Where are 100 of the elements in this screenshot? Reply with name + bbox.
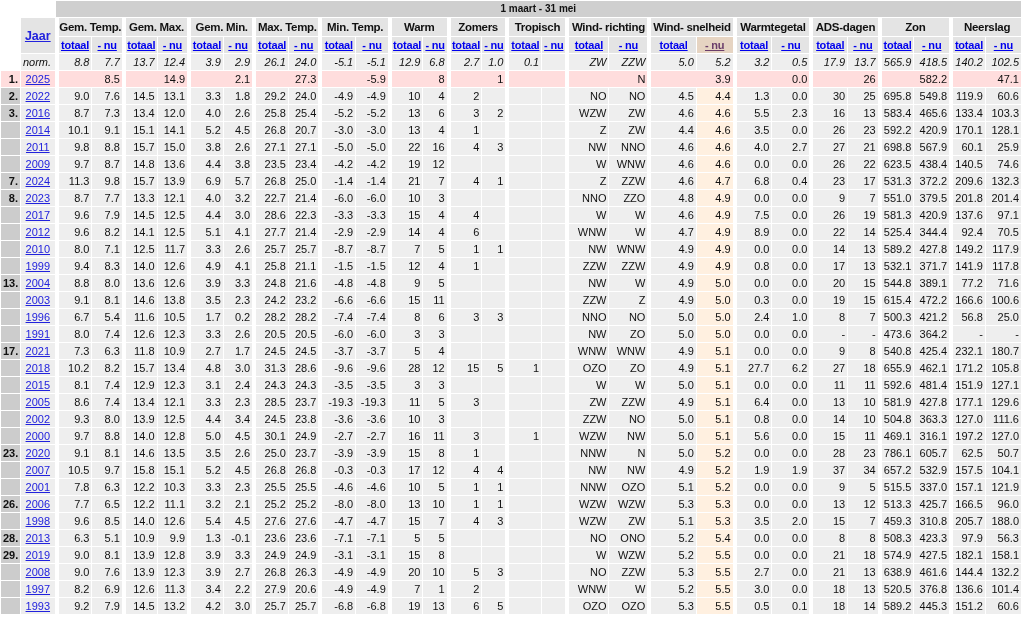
sort-link[interactable]: - nu	[618, 39, 639, 51]
sort-link[interactable]: totaal	[451, 39, 481, 51]
table-cell: NO	[609, 88, 648, 104]
sort-link[interactable]: - nu	[162, 39, 182, 51]
year-link[interactable]: 2007	[25, 464, 51, 476]
table-cell: 25.4	[288, 105, 319, 121]
year-link[interactable]: 2000	[25, 430, 51, 442]
sort-link[interactable]: totaal	[60, 39, 90, 51]
year-link[interactable]: 1991	[25, 328, 51, 340]
year-link[interactable]: 2023	[25, 192, 51, 204]
year-link[interactable]: 2011	[25, 141, 50, 153]
year-link[interactable]: 2019	[25, 549, 51, 561]
sort-link[interactable]: totaal	[511, 39, 540, 51]
year-link[interactable]: 2014	[25, 124, 51, 136]
norm-cell: 12.4	[157, 54, 188, 70]
sort-link[interactable]: totaal	[192, 39, 221, 51]
table-cell: -5.9	[319, 71, 388, 87]
sort-link[interactable]: - nu	[544, 39, 564, 51]
table-cell: -8.0	[356, 496, 388, 512]
norm-cell: 418.5	[914, 54, 950, 70]
year-link[interactable]: 2010	[25, 243, 51, 255]
sort-link[interactable]: totaal	[324, 39, 353, 51]
table-cell: 3.9	[188, 547, 223, 563]
table-cell: 117.8	[985, 258, 1021, 274]
year-link[interactable]: 2003	[25, 294, 51, 306]
year-link[interactable]: 1993	[25, 600, 51, 612]
table-cell: 5.3	[696, 513, 733, 529]
sort-link[interactable]: - nu	[97, 39, 117, 51]
table-cell: -2.9	[356, 224, 388, 240]
table-cell: 11.1	[157, 496, 188, 512]
year-link[interactable]: 2001	[25, 481, 51, 493]
year-sort-link[interactable]: Jaar	[24, 28, 51, 43]
sort-link[interactable]: - nu	[425, 39, 445, 51]
table-cell: NW	[566, 139, 609, 155]
year-link[interactable]: 2015	[25, 379, 51, 391]
sort-link[interactable]: - nu	[993, 39, 1014, 51]
sort-link[interactable]: totaal	[816, 39, 845, 51]
year-link[interactable]: 1998	[25, 515, 51, 527]
sort-link[interactable]: - nu	[853, 39, 873, 51]
table-cell: 420.9	[914, 122, 950, 138]
year-link[interactable]: 2009	[25, 158, 51, 170]
table-cell: 2.1	[223, 496, 253, 512]
sort-link[interactable]: - nu	[705, 39, 725, 51]
sort-link[interactable]: totaal	[954, 39, 984, 51]
year-link[interactable]: 2016	[25, 107, 51, 119]
table-cell: NW	[609, 428, 648, 444]
norm-label: norm.	[20, 54, 55, 70]
sort-link[interactable]: totaal	[739, 39, 769, 51]
year-link[interactable]: 2022	[25, 90, 51, 102]
table-cell: 5.5	[696, 581, 733, 597]
table-cell: -4.9	[356, 564, 388, 580]
sort-link[interactable]: totaal	[883, 39, 912, 51]
sort-link[interactable]: totaal	[127, 39, 156, 51]
year-link[interactable]: 2008	[25, 566, 51, 578]
table-cell: 3.3	[188, 326, 223, 342]
year-link[interactable]: 1999	[25, 260, 51, 272]
sort-link[interactable]: totaal	[258, 39, 287, 51]
table-cell: 4.9	[648, 275, 696, 291]
table-cell: 157.1	[950, 479, 985, 495]
table-cell: NNO	[566, 309, 609, 325]
table-cell: 5	[423, 241, 447, 257]
sort-link[interactable]: - nu	[362, 39, 382, 51]
year-link[interactable]: 2017	[25, 209, 51, 221]
year-link[interactable]: 2020	[25, 447, 51, 459]
year-link[interactable]: 2018	[25, 362, 51, 374]
table-cell: 9.7	[92, 462, 122, 478]
year-link[interactable]: 2005	[25, 396, 51, 408]
sort-link[interactable]: - nu	[922, 39, 942, 51]
sort-link[interactable]: totaal	[574, 39, 603, 51]
year-link[interactable]: 2006	[25, 498, 51, 510]
year-link[interactable]: 1996	[25, 311, 51, 323]
year-link[interactable]: 2002	[25, 413, 51, 425]
column-header: ADS-dagen	[810, 18, 878, 36]
column-header: Wind- richting	[566, 18, 648, 36]
table-cell: 7	[423, 173, 447, 189]
sort-link[interactable]: - nu	[484, 39, 504, 51]
table-cell: W	[566, 207, 609, 223]
table-cell: 117.9	[985, 241, 1021, 257]
sort-link[interactable]: - nu	[294, 39, 314, 51]
year-link[interactable]: 2024	[25, 175, 51, 187]
table-cell: 5.2	[648, 530, 696, 546]
norm-cell: ZW	[566, 54, 609, 70]
sort-link[interactable]: totaal	[659, 39, 688, 51]
table-cell: 97.1	[985, 207, 1021, 223]
table-cell: 4	[482, 462, 506, 478]
year-link[interactable]: 1997	[25, 583, 51, 595]
table-cell: -6.0	[319, 326, 356, 342]
table-cell: 4.9	[696, 190, 733, 206]
table-cell: 26.8	[253, 173, 288, 189]
year-link[interactable]: 2021	[25, 345, 51, 357]
table-cell: 5	[423, 479, 447, 495]
year-link[interactable]: 2025	[25, 73, 51, 85]
table-cell: -8.7	[356, 241, 388, 257]
sort-link[interactable]: - nu	[781, 39, 801, 51]
year-link[interactable]: 2013	[25, 532, 51, 544]
year-link[interactable]: 2004	[25, 277, 51, 289]
year-link[interactable]: 2012	[25, 226, 51, 238]
sort-link[interactable]: totaal	[393, 39, 422, 51]
table-cell: 23.6	[288, 530, 319, 546]
sort-link[interactable]: - nu	[228, 39, 248, 51]
